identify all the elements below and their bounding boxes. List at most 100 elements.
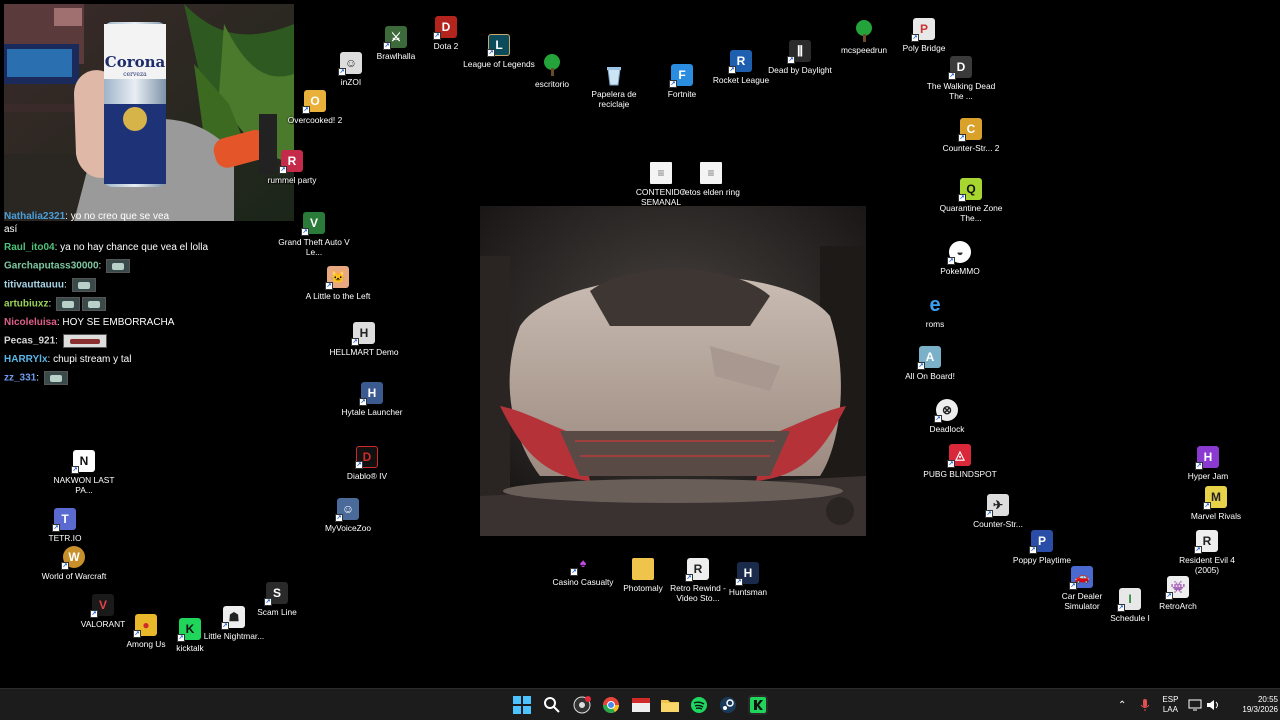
emote: [106, 259, 131, 273]
icon-label: HELLMART Demo: [329, 347, 399, 357]
icon-label: Dead by Daylight: [768, 65, 832, 75]
all-on-board-icon: A ↗: [917, 346, 941, 370]
chrome-icon: [602, 697, 620, 714]
a-little-to-the-left-shortcut[interactable]: 🐱 ↗ A Little to the Left: [299, 266, 377, 301]
chat-message: Nathalia2321: yo no creo que se vea así: [4, 211, 170, 235]
deadlock-shortcut[interactable]: ⊗ ↗ Deadlock: [908, 399, 986, 434]
network-icon[interactable]: [1188, 699, 1202, 711]
taskbar-app-spotify[interactable]: [689, 695, 709, 715]
icon-label: Grand Theft Auto V Le...: [278, 237, 350, 257]
poly-bridge-shortcut[interactable]: P ↗ Poly Bridge: [885, 18, 963, 53]
overcooked-shortcut[interactable]: O ↗ Overcooked! 2: [276, 90, 354, 125]
icon-label: mcspeedrun: [840, 45, 888, 55]
quarantine-zone-shortcut[interactable]: Q ↗ Quarantine Zone The...: [932, 178, 1010, 223]
pokemmo-shortcut[interactable]: ◒ ↗ PokeMMO: [921, 241, 999, 276]
icon-label: Photomaly: [623, 583, 663, 593]
taskbar-app-obs[interactable]: [572, 695, 592, 715]
hytale-shortcut[interactable]: H ↗ Hytale Launcher: [333, 382, 411, 417]
icon-label: PokeMMO: [940, 266, 980, 276]
clock[interactable]: 20:55 19/3/2026: [1242, 695, 1278, 715]
schedule-one-icon: I ↗: [1117, 588, 1141, 612]
pubg-shortcut[interactable]: ◬ ↗ PUBG BLINDSPOT: [921, 444, 999, 479]
pubg-blindspot-icon: ◬ ↗: [947, 444, 971, 468]
icon-label: The Walking Dead The ...: [926, 81, 996, 101]
clock-time: 20:55: [1257, 695, 1278, 704]
inzoi-shortcut[interactable]: ☺ ↗ inZOI: [312, 52, 390, 87]
icon-label: Hytale Launcher: [341, 407, 403, 417]
pokeball-icon: ◒ ↗: [947, 241, 971, 265]
steam-icon: [720, 697, 736, 713]
icon-label: Diablo® IV: [346, 471, 388, 481]
cs2-shortcut[interactable]: C ↗ Counter-Str... 2: [932, 118, 1010, 153]
hyper-jam-shortcut[interactable]: H ↗ Hyper Jam: [1169, 446, 1247, 481]
taskbar-app-chrome[interactable]: [601, 695, 621, 715]
wow-shortcut[interactable]: W ↗ World of Warcraft: [35, 546, 113, 581]
poppy-playtime-shortcut[interactable]: P ↗ Poppy Playtime: [1003, 530, 1081, 565]
microphone-icon[interactable]: [1140, 698, 1150, 712]
all-on-board-shortcut[interactable]: A ↗ All On Board!: [891, 346, 969, 381]
walking-dead-icon: D ↗: [948, 56, 972, 80]
folder-icon: [661, 700, 679, 712]
chat-message: Garchaputass30000:: [4, 259, 284, 273]
dota2-icon: D ↗: [433, 16, 457, 40]
kick-icon: [750, 697, 766, 713]
twd-shortcut[interactable]: D ↗ The Walking Dead The ...: [922, 56, 1000, 101]
internet-explorer-icon: e: [929, 293, 941, 316]
hytale-icon: H ↗: [359, 382, 383, 406]
taskbar-app-explorer[interactable]: [660, 695, 680, 715]
myvoicezoo-shortcut[interactable]: ☺ ↗ MyVoiceZoo: [309, 498, 387, 533]
emote: [62, 334, 107, 348]
start-button[interactable]: [512, 695, 532, 715]
marvel-rivals-icon: M ↗: [1203, 486, 1227, 510]
counter-strike-shortcut[interactable]: ✈ ↗ Counter-Str...: [959, 494, 1037, 529]
keyboard-layout: LAA: [1162, 705, 1178, 714]
marvel-rivals-shortcut[interactable]: M ↗ Marvel Rivals: [1177, 486, 1255, 521]
retos-elden-ring-file[interactable]: ≡ retos elden ring: [672, 162, 750, 197]
taskbar-app-steam[interactable]: [718, 695, 738, 715]
icon-label: A Little to the Left: [305, 291, 371, 301]
icon-label: Rocket League: [712, 75, 770, 85]
recycle-bin[interactable]: Papelera de reciclaje: [575, 64, 653, 109]
can-sub: cerveza: [123, 71, 147, 78]
obs-icon: [573, 696, 591, 714]
nakwon-shortcut[interactable]: N ↗ NAKWON LAST PA...: [45, 450, 123, 495]
icon-label: kicktalk: [176, 643, 204, 653]
icon-label: NAKWON LAST PA...: [53, 475, 115, 495]
volume-icon[interactable]: [1206, 699, 1220, 711]
folder-icon: [632, 558, 654, 580]
language-switch[interactable]: ESP LAA: [1162, 695, 1178, 715]
rummel-party-icon: R ↗: [279, 150, 303, 174]
chat-message: titivauttauuu:: [4, 278, 284, 292]
league-of-legends-icon: L ↗: [487, 34, 510, 57]
taskbar-app-news[interactable]: [631, 695, 651, 715]
search-button[interactable]: [542, 695, 562, 715]
tetrio-shortcut[interactable]: T ↗ TETR.IO: [26, 508, 104, 543]
diablo-shortcut[interactable]: D ↗ Diablo® IV: [328, 446, 406, 481]
can-brand: Corona: [105, 53, 166, 71]
icon-label: Deadlock: [929, 424, 965, 434]
gta-v-icon: V ↗: [301, 212, 325, 236]
wallpaper-photo: [480, 206, 866, 536]
icon-label: Counter-Str... 2: [942, 143, 1000, 153]
stream-chat: Nathalia2321: yo no creo que se vea así …: [4, 211, 284, 390]
icon-label: Huntsman: [728, 587, 768, 597]
emote: [71, 278, 96, 292]
roms-shortcut[interactable]: e roms: [896, 293, 974, 330]
search-icon: [544, 697, 560, 713]
retroarch-shortcut[interactable]: 👾 ↗ RetroArch: [1139, 576, 1217, 611]
scam-line-shortcut[interactable]: S ↗ Scam Line: [238, 582, 316, 617]
rummel-party-shortcut[interactable]: R ↗ rummel party: [262, 150, 322, 185]
re4-shortcut[interactable]: R ↗ Resident Evil 4 (2005): [1168, 530, 1246, 575]
huntsman-shortcut[interactable]: H ↗ Huntsman: [709, 562, 787, 597]
chat-message: artubiuxz:: [4, 297, 284, 311]
chevron-up-icon[interactable]: ⌃: [1118, 700, 1126, 711]
hellmart-shortcut[interactable]: H ↗ HELLMART Demo: [325, 322, 403, 357]
text-file-icon: ≡: [700, 162, 722, 184]
chat-text-cont: así: [4, 224, 18, 235]
icon-label: Papelera de reciclaje: [591, 89, 637, 109]
icon-label: Fortnite: [667, 89, 697, 99]
icon-label: TETR.IO: [48, 533, 82, 543]
icon-label: Poly Bridge: [902, 43, 946, 53]
gta-shortcut[interactable]: V ↗ Grand Theft Auto V Le...: [275, 212, 353, 257]
taskbar-app-kick[interactable]: [748, 695, 768, 715]
